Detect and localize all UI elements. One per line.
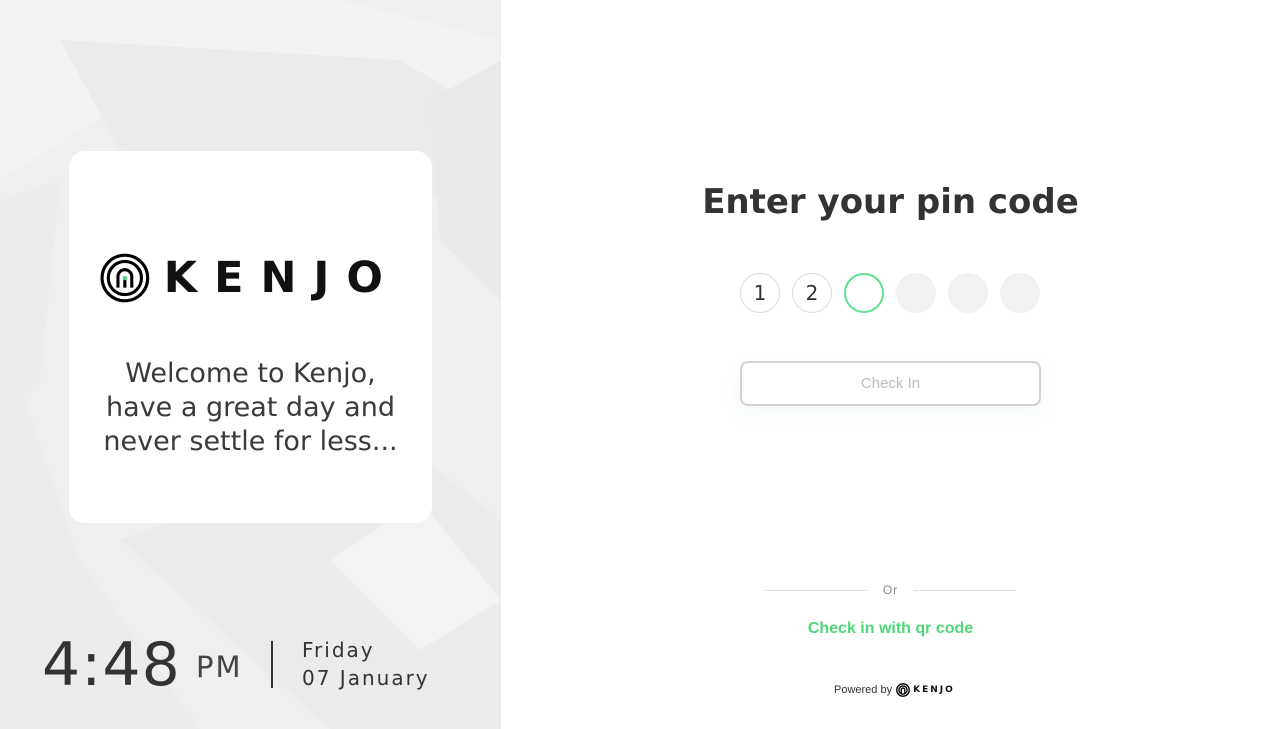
kenjo-wordmark: KENJO [163, 252, 400, 303]
qr-code-checkin-link[interactable]: Check in with qr code [501, 619, 1280, 639]
pin-digit-5[interactable] [948, 273, 988, 313]
or-divider: Or [765, 582, 1016, 600]
clock: 4:48 PM Friday 07 January [42, 630, 482, 700]
clock-day: Friday [302, 638, 375, 662]
kenjo-logo: KENJO [100, 242, 400, 314]
divider-line-left [765, 590, 867, 591]
page-title: Enter your pin code [702, 182, 1079, 222]
clock-time: 4:48 [42, 630, 181, 700]
kenjo-logo-icon [100, 253, 150, 303]
clock-divider [271, 641, 273, 688]
check-in-button[interactable]: Check In [740, 361, 1041, 406]
pin-digit-6[interactable] [1000, 273, 1040, 313]
welcome-card: KENJO Welcome to Kenjo, have a great day… [69, 151, 432, 523]
powered-by-label: Powered by [834, 684, 893, 696]
footer-wordmark: KENJO [913, 685, 955, 695]
welcome-message: Welcome to Kenjo, have a great day and n… [103, 358, 398, 457]
right-panel: Enter your pin code 1 2 Check In Or Chec… [501, 0, 1280, 729]
pin-digit-3[interactable] [844, 273, 884, 313]
clock-ampm: PM [196, 650, 243, 684]
pin-digit-1[interactable]: 1 [740, 273, 780, 313]
pin-input-row[interactable]: 1 2 [740, 273, 1042, 315]
or-label: Or [882, 583, 899, 597]
kenjo-footer-logo-icon [896, 683, 910, 697]
clock-date: 07 January [302, 666, 430, 690]
pin-digit-2[interactable]: 2 [792, 273, 832, 313]
divider-line-right [914, 590, 1016, 591]
powered-by: Powered by KENJO [834, 682, 955, 698]
pin-digit-4[interactable] [896, 273, 936, 313]
left-panel: KENJO Welcome to Kenjo, have a great day… [0, 0, 501, 729]
